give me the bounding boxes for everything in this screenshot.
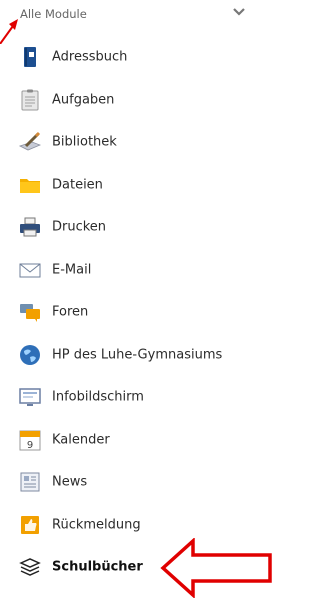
module-label: Foren [52,304,89,320]
envelope-icon [19,263,41,278]
calendar-icon: 9 [19,430,41,451]
module-item-foren[interactable]: Foren [0,291,273,334]
newspaper-icon [20,472,40,492]
module-list: Adressbuch Aufgaben Bibliothek Dateien D… [0,36,273,589]
module-label: Kalender [52,432,110,448]
module-label: Drucken [52,219,107,235]
chevron-down-icon[interactable] [233,7,245,17]
folder-icon [20,178,40,193]
module-dropdown-label: Alle Module [20,7,87,21]
address-book-icon [24,47,36,68]
module-item-aufgaben[interactable]: Aufgaben [0,79,273,122]
module-label: HP des Luhe-Gymnasiums [52,347,223,363]
monitor-icon [19,388,41,407]
module-item-adressbuch[interactable]: Adressbuch [0,36,273,79]
books-icon [19,558,41,577]
module-label: Bibliothek [52,134,117,150]
module-item-hp-luhe-gymnasium[interactable]: HP des Luhe-Gymnasiums [0,334,273,377]
module-label: News [52,474,88,490]
module-label: Rückmeldung [52,517,141,533]
module-item-email[interactable]: E-Mail [0,249,273,292]
library-pencil-icon [19,132,41,151]
module-label: Infobildschirm [52,389,144,405]
module-item-drucken[interactable]: Drucken [0,206,273,249]
svg-text:9: 9 [27,440,33,451]
callout-arrow-icon [160,538,272,598]
module-item-kalender[interactable]: 9 Kalender [0,419,273,462]
module-label: Dateien [52,177,103,193]
thumbs-up-icon [21,515,39,534]
printer-icon [20,217,40,237]
module-item-news[interactable]: News [0,461,273,504]
module-item-bibliothek[interactable]: Bibliothek [0,121,273,164]
forum-chat-icon [20,304,40,323]
module-label: E-Mail [52,262,92,278]
module-item-dateien[interactable]: Dateien [0,164,273,207]
module-label: Adressbuch [52,49,128,65]
clipboard-icon [21,89,39,111]
module-label: Aufgaben [52,92,115,108]
module-dropdown[interactable]: Alle Module [0,0,273,34]
module-label: Schulbücher [52,559,143,575]
module-item-infobildschirm[interactable]: Infobildschirm [0,376,273,419]
globe-icon [20,344,40,365]
